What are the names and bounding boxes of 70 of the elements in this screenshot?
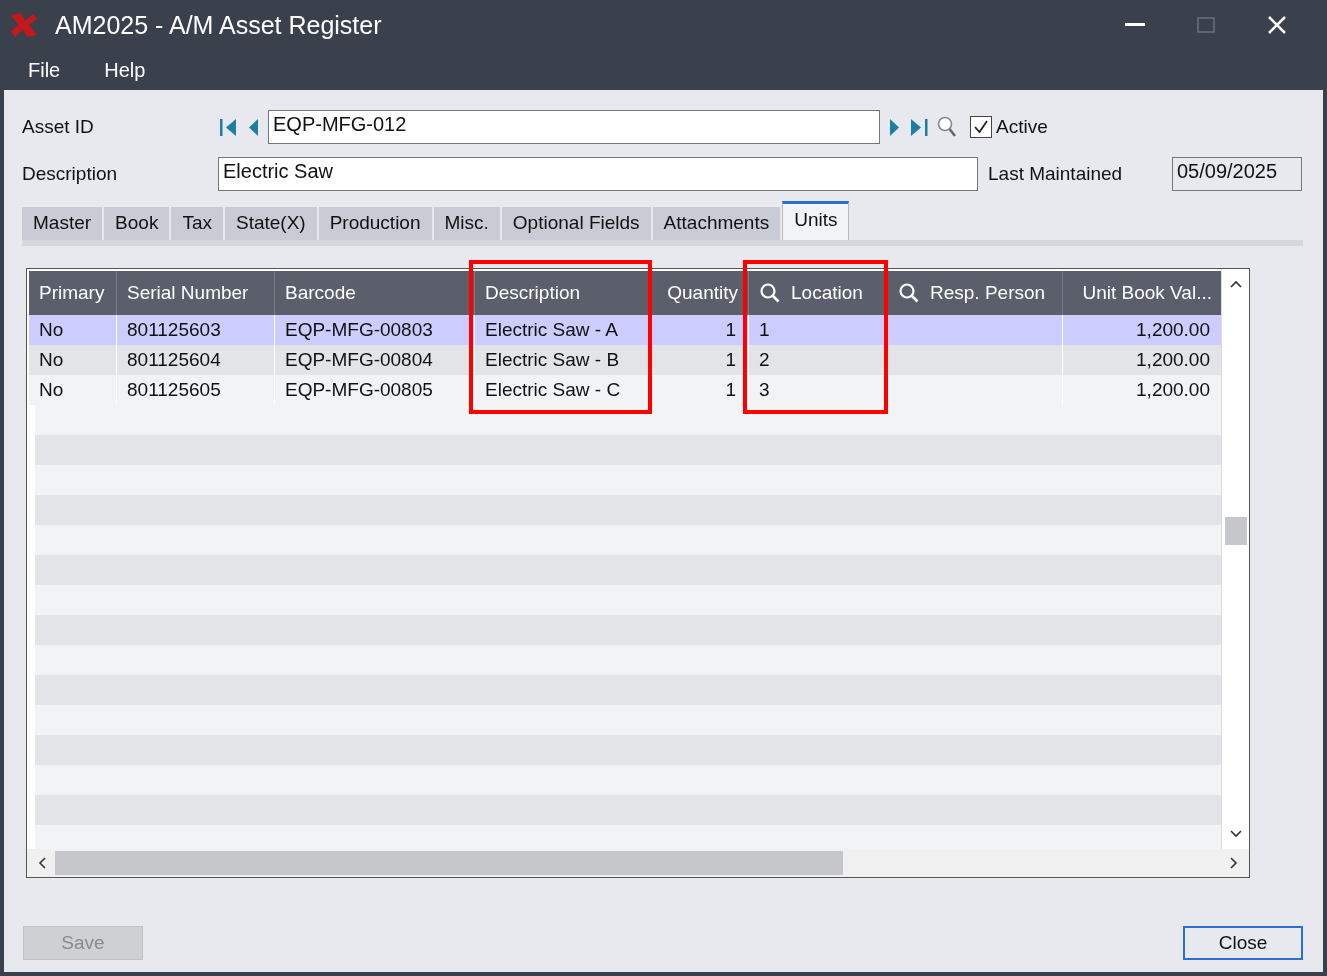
checkbox-label: Active bbox=[996, 116, 1048, 138]
app-logo-icon bbox=[9, 11, 39, 39]
close-icon[interactable] bbox=[1267, 15, 1287, 35]
table-cell: EQP-MFG-00805 bbox=[285, 379, 433, 401]
header-label: Unit Book Val... bbox=[1082, 282, 1212, 304]
window-title: AM2025 - A/M Asset Register bbox=[55, 10, 382, 40]
minimize-icon[interactable] bbox=[1125, 23, 1145, 27]
tab[interactable]: Misc. bbox=[433, 207, 500, 240]
scroll-up-icon[interactable] bbox=[1228, 279, 1243, 289]
table-cell: EQP-MFG-00804 bbox=[285, 349, 433, 371]
field-label: Last Maintained bbox=[988, 163, 1124, 185]
previous-record-icon[interactable] bbox=[246, 116, 260, 138]
table-cell: Electric Saw - A bbox=[485, 319, 619, 341]
tab[interactable]: Attachments bbox=[652, 207, 781, 240]
vertical-scrollbar[interactable] bbox=[1221, 269, 1249, 849]
table-row[interactable]: No 801125604 EQP-MFG-00804 Electric Saw - B 1 2 1,200.00 bbox=[29, 345, 1223, 375]
header-label: Location bbox=[791, 282, 863, 304]
tab[interactable]: Optional Fields bbox=[501, 207, 651, 240]
tab[interactable]: Master bbox=[22, 207, 103, 240]
table-cell: 1,200.00 bbox=[1136, 379, 1210, 401]
last-record-icon[interactable] bbox=[908, 116, 930, 138]
field-label: Description bbox=[22, 163, 119, 185]
table-cell: No bbox=[39, 349, 64, 371]
tab[interactable]: Book bbox=[104, 207, 170, 240]
header-label: Resp. Person bbox=[930, 282, 1046, 304]
search-icon[interactable] bbox=[759, 282, 781, 304]
table-cell: 1 bbox=[759, 319, 770, 341]
tab[interactable]: State(X) bbox=[224, 207, 317, 240]
table-cell: 801125604 bbox=[127, 349, 221, 371]
table-cell: No bbox=[39, 379, 64, 401]
table-cell: Electric Saw - C bbox=[485, 379, 621, 401]
tab[interactable]: Production bbox=[318, 207, 432, 240]
header-label: Description bbox=[485, 282, 581, 304]
table-row[interactable]: No 801125603 EQP-MFG-00803 Electric Saw - A 1 1 1,200.00 bbox=[29, 315, 1223, 345]
date-field: 05/09/2025 bbox=[1172, 157, 1302, 191]
table-cell: 801125603 bbox=[127, 319, 221, 341]
scroll-right-icon[interactable] bbox=[1229, 856, 1239, 870]
tab[interactable]: Units bbox=[782, 201, 850, 240]
scroll-left-icon[interactable] bbox=[37, 856, 47, 870]
header-label: Serial Number bbox=[127, 282, 249, 304]
horizontal-scrollbar[interactable] bbox=[27, 849, 1249, 877]
scroll-down-icon[interactable] bbox=[1228, 829, 1243, 839]
table-cell: EQP-MFG-00803 bbox=[285, 319, 433, 341]
field-label: Asset ID bbox=[22, 116, 95, 138]
scroll-thumb[interactable] bbox=[55, 851, 843, 875]
table-cell: 1 bbox=[725, 349, 736, 371]
table-cell: Electric Saw - B bbox=[485, 349, 620, 371]
menu-item[interactable]: Help bbox=[104, 58, 146, 82]
table-cell: 1,200.00 bbox=[1136, 319, 1210, 341]
table-cell: 801125605 bbox=[127, 379, 221, 401]
table-cell: 3 bbox=[759, 379, 770, 401]
action-button[interactable]: Close bbox=[1183, 926, 1303, 960]
active-checkbox[interactable] bbox=[970, 116, 992, 138]
table-cell: 2 bbox=[759, 349, 770, 371]
search-icon[interactable] bbox=[898, 282, 920, 304]
table-cell: 1 bbox=[725, 319, 736, 341]
table-cell: 1 bbox=[725, 379, 736, 401]
menu-item[interactable]: File bbox=[28, 58, 61, 82]
next-record-icon[interactable] bbox=[888, 116, 902, 138]
scroll-thumb[interactable] bbox=[1224, 517, 1247, 545]
description-field[interactable]: Electric Saw bbox=[218, 157, 978, 191]
search-icon[interactable] bbox=[936, 115, 958, 139]
header-label: Primary bbox=[39, 282, 105, 304]
tab[interactable]: Tax bbox=[171, 207, 223, 240]
asset-id-field[interactable]: EQP-MFG-012 bbox=[268, 110, 880, 144]
table-cell: 1,200.00 bbox=[1136, 349, 1210, 371]
table-row[interactable]: No 801125605 EQP-MFG-00805 Electric Saw - C 1 3 1,200.00 bbox=[29, 375, 1223, 405]
header-label: Quantity bbox=[667, 282, 738, 304]
table-cell: No bbox=[39, 319, 64, 341]
header-label: Barcode bbox=[285, 282, 356, 304]
